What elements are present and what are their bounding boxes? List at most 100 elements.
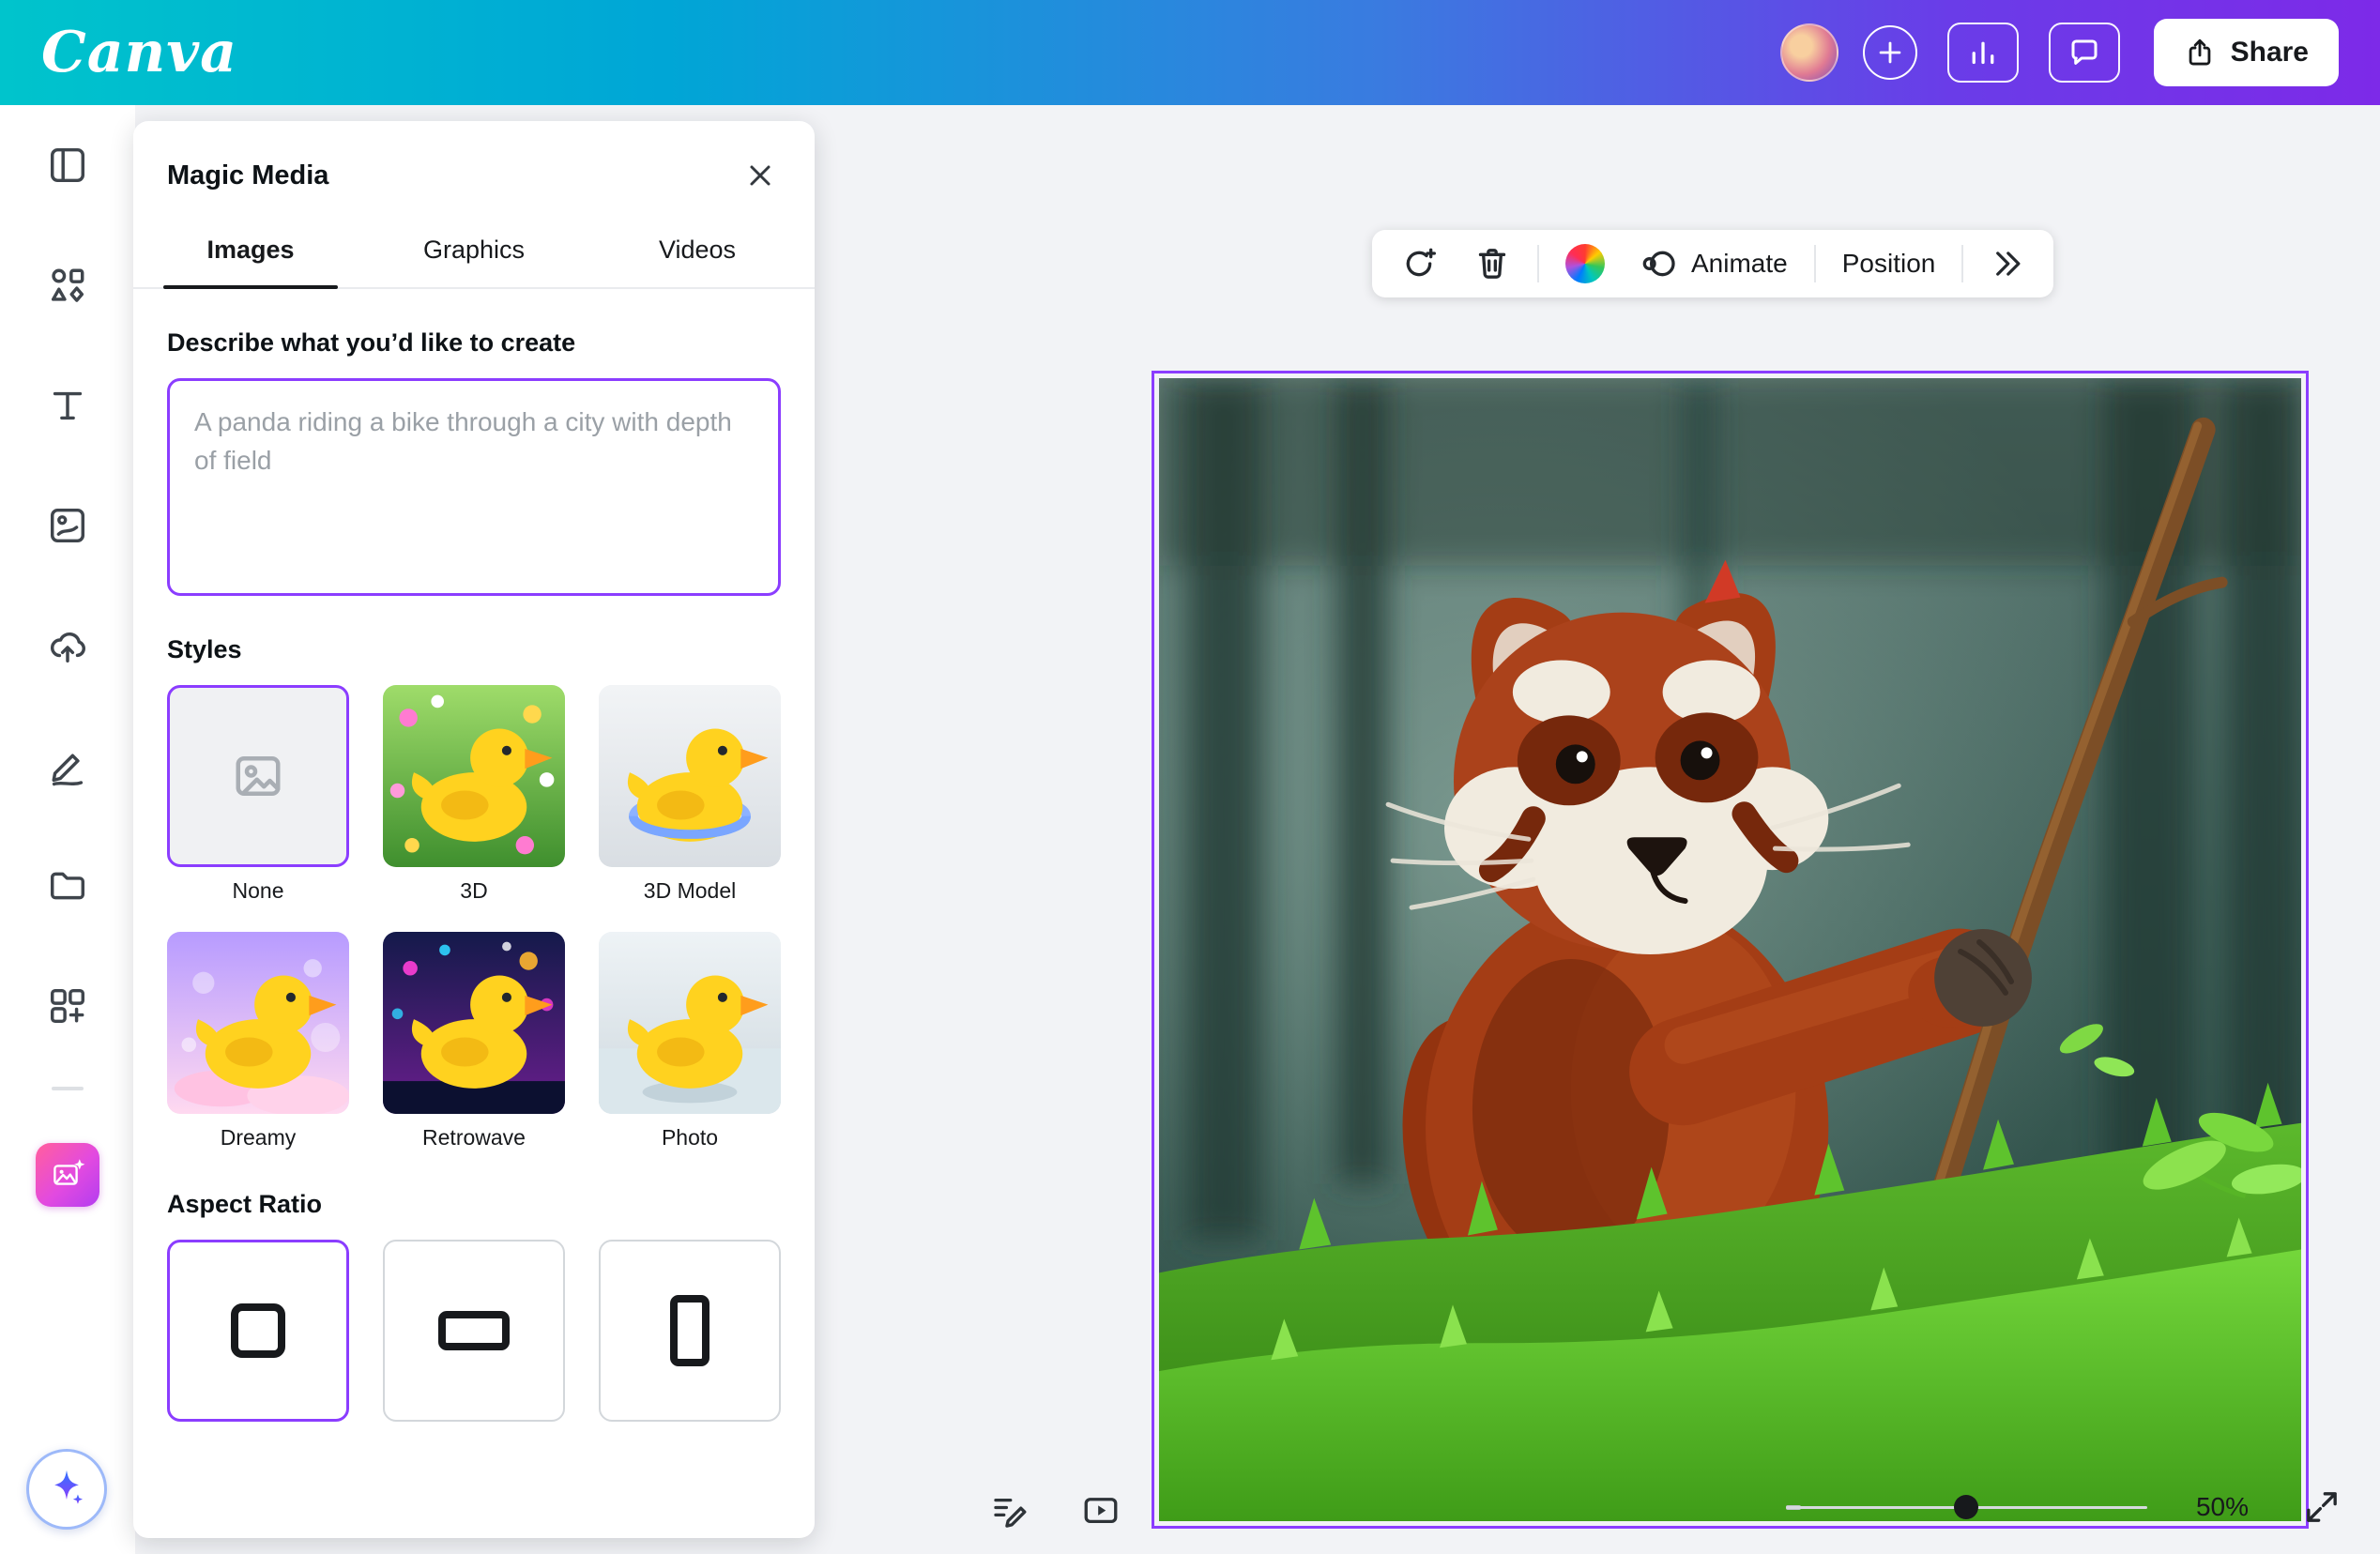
canvas-image[interactable] (1159, 378, 2301, 1521)
sidebar-item-elements[interactable] (23, 240, 113, 330)
cloud-upload-icon (46, 624, 89, 667)
sidebar-item-projects[interactable] (23, 841, 113, 931)
trash-icon (1473, 245, 1511, 282)
animate-button[interactable]: Animate (1631, 239, 1797, 288)
toolbar-divider (1814, 245, 1816, 282)
elements-icon (46, 264, 89, 307)
insights-button[interactable] (1947, 23, 2019, 83)
duck-dreamy-thumbnail (167, 932, 349, 1114)
user-avatar[interactable] (1780, 23, 1838, 82)
top-bar: Canva Share (0, 0, 2380, 105)
position-label: Position (1842, 249, 1936, 279)
aspect-option-square[interactable] (167, 1240, 349, 1422)
style-label: Retrowave (383, 1125, 565, 1150)
zoom-controls: 50% (1786, 1483, 2346, 1531)
style-thumb-retrowave[interactable] (383, 932, 565, 1114)
comment-icon (2067, 36, 2101, 69)
duck-3d-model-thumbnail (599, 685, 781, 867)
upload-icon (2184, 37, 2216, 69)
prompt-input[interactable] (167, 378, 781, 596)
style-option-3d[interactable]: 3D (383, 685, 565, 904)
zoom-slider[interactable] (1786, 1494, 2147, 1520)
text-icon (46, 384, 89, 427)
duck-3d-thumbnail (383, 685, 565, 867)
landscape-ratio-icon (438, 1311, 510, 1350)
delete-button[interactable] (1464, 239, 1520, 288)
folder-icon (46, 864, 89, 907)
present-button[interactable] (1076, 1486, 1125, 1535)
aspect-option-landscape[interactable] (383, 1240, 565, 1422)
magic-media-panel: Magic Media Images Graphics Videos Descr… (133, 121, 815, 1538)
panel-header: Magic Media (133, 121, 815, 221)
canva-logo[interactable]: Canva (41, 24, 237, 81)
apps-grid-icon (46, 984, 89, 1028)
style-label: 3D Model (599, 878, 781, 904)
add-member-button[interactable] (1863, 25, 1917, 80)
tab-graphics[interactable]: Graphics (362, 221, 586, 287)
more-options-button[interactable] (1980, 240, 2035, 287)
share-button[interactable]: Share (2154, 19, 2339, 86)
color-wheel-icon (1565, 244, 1605, 283)
sidebar-item-design[interactable] (23, 120, 113, 210)
magic-media-app-icon (36, 1143, 99, 1207)
style-label: None (167, 878, 349, 904)
style-option-none[interactable]: None (167, 685, 349, 904)
aspect-option-portrait[interactable] (599, 1240, 781, 1422)
brand-icon (46, 504, 89, 547)
tab-images[interactable]: Images (139, 221, 362, 287)
sidebar-item-uploads[interactable] (23, 601, 113, 691)
close-panel-button[interactable] (740, 155, 781, 196)
sidebar-divider (52, 1087, 84, 1090)
zoom-slider-thumb[interactable] (1954, 1495, 1978, 1519)
sidebar-item-text[interactable] (23, 360, 113, 450)
toolbar-divider (1537, 245, 1539, 282)
style-label: Dreamy (167, 1125, 349, 1150)
animate-icon (1640, 245, 1678, 282)
style-thumb-none[interactable] (167, 685, 349, 867)
close-icon (743, 159, 777, 192)
duck-retrowave-thumbnail (383, 932, 565, 1114)
style-thumb-photo[interactable] (599, 932, 781, 1114)
style-option-dreamy[interactable]: Dreamy (167, 932, 349, 1150)
image-toolbar: Animate Position (1372, 230, 2053, 297)
topbar-actions: Share (1780, 19, 2339, 86)
panel-title: Magic Media (167, 160, 328, 191)
color-button[interactable] (1556, 238, 1614, 289)
notes-button[interactable] (984, 1486, 1033, 1535)
selection-frame[interactable] (1152, 371, 2309, 1529)
style-thumb-dreamy[interactable] (167, 932, 349, 1114)
sidebar-item-magic-media[interactable] (23, 1130, 113, 1220)
canva-assistant-button[interactable] (26, 1449, 107, 1530)
zoom-percentage: 50% (2196, 1492, 2249, 1522)
position-button[interactable]: Position (1833, 243, 1945, 284)
style-option-3d-model[interactable]: 3D Model (599, 685, 781, 904)
bar-chart-icon (1966, 36, 2000, 69)
double-chevron-right-icon (1990, 246, 2025, 282)
styles-section-label: Styles (167, 635, 781, 664)
sidebar-item-brand[interactable] (23, 480, 113, 571)
sparkle-icon (45, 1468, 88, 1511)
presentation-play-icon (1081, 1491, 1121, 1531)
sidebar-item-draw[interactable] (23, 721, 113, 811)
style-thumb-3d-model[interactable] (599, 685, 781, 867)
generate-again-button[interactable] (1391, 239, 1447, 288)
comments-button[interactable] (2049, 23, 2120, 83)
plus-icon (1874, 37, 1906, 69)
aspect-ratio-section-label: Aspect Ratio (167, 1190, 781, 1219)
animate-label: Animate (1691, 249, 1788, 279)
style-option-retrowave[interactable]: Retrowave (383, 932, 565, 1150)
fullscreen-button[interactable] (2297, 1483, 2346, 1531)
panel-tabs: Images Graphics Videos (133, 221, 815, 289)
square-ratio-icon (231, 1303, 285, 1358)
sidebar (0, 105, 135, 1554)
image-placeholder-icon (230, 748, 286, 804)
canvas-footer-left (984, 1486, 1125, 1535)
style-option-photo[interactable]: Photo (599, 932, 781, 1150)
prompt-label: Describe what you’d like to create (167, 328, 781, 358)
sidebar-item-apps[interactable] (23, 961, 113, 1051)
style-label: Photo (599, 1125, 781, 1150)
tab-videos[interactable]: Videos (586, 221, 809, 287)
style-thumb-3d[interactable] (383, 685, 565, 867)
aspect-ratio-grid (167, 1240, 781, 1422)
notes-icon (989, 1491, 1029, 1531)
